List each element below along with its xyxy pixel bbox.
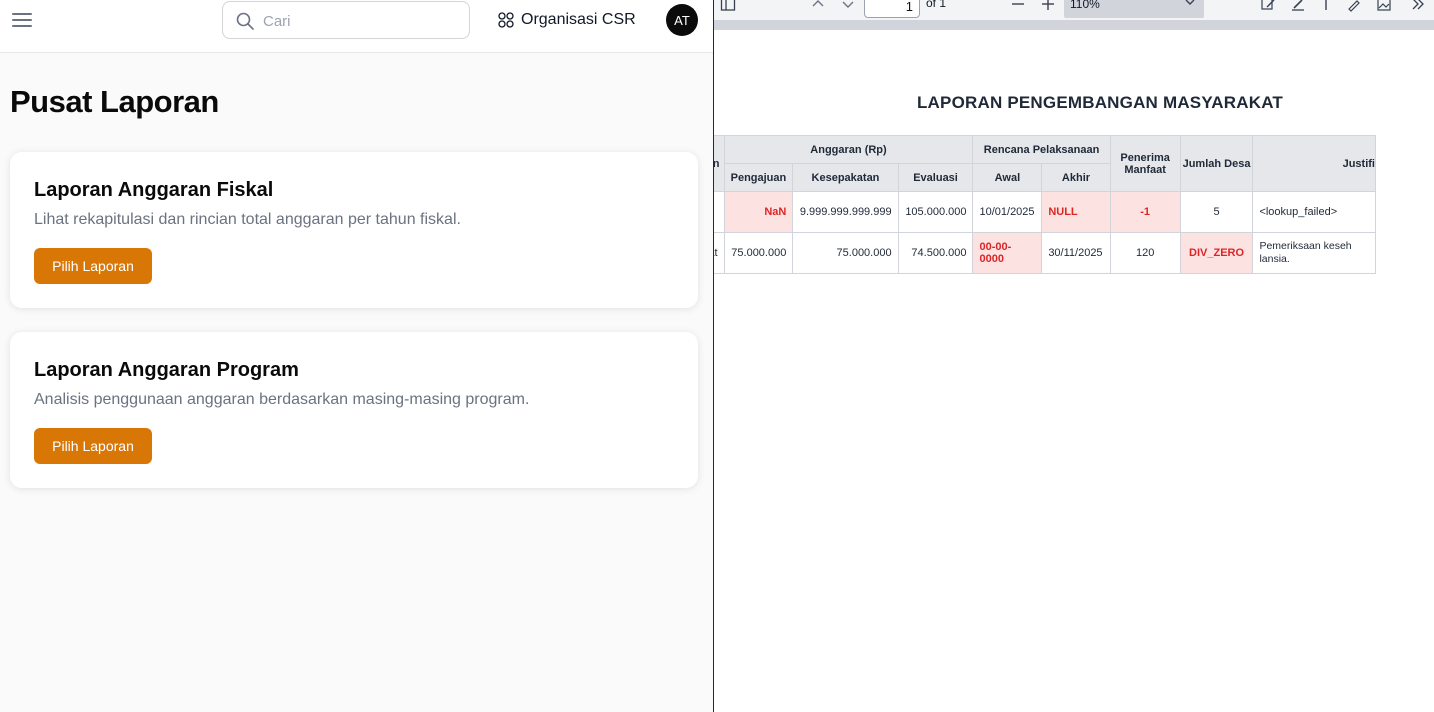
table-cell: 10/01/2025 — [972, 191, 1043, 233]
search-icon — [236, 12, 254, 30]
table-header: Justifi — [1252, 135, 1376, 192]
table-header: Awal — [972, 163, 1043, 192]
table-cell: 105.000.000 — [897, 191, 974, 233]
table-cell: 30/11/2025 — [1041, 232, 1111, 274]
table-cell: 5 — [1179, 191, 1254, 233]
report-card-fiscal: Laporan Anggaran Fiskal Lihat rekapitula… — [10, 152, 698, 308]
table-cell: -1 — [1109, 191, 1181, 233]
card-title: Laporan Anggaran Fiskal — [34, 179, 274, 201]
app-pane: Organisasi CSR AT Pusat Laporan Laporan … — [0, 0, 713, 712]
table-header: Kesepakatan — [792, 163, 899, 192]
top-bar: Organisasi CSR AT — [0, 0, 713, 53]
table-header: Akhir — [1041, 163, 1111, 192]
table-header: Penerima Manfaat — [1109, 135, 1181, 192]
more-tools-icon[interactable] — [1410, 0, 1426, 12]
zoom-out-icon[interactable] — [1010, 0, 1026, 12]
page-number-input[interactable] — [864, 0, 920, 18]
table-row: NaN 9.999.999.999.999 105.000.000 10/01/… — [714, 191, 1376, 233]
table-header: Evaluasi — [897, 163, 974, 192]
pdf-toolbar: of 1 110% — [714, 0, 1434, 20]
table-cell: Pemeriksaan keseh lansia. — [1252, 232, 1376, 274]
table-header: Rencana Pelaksanaan — [972, 135, 1111, 164]
table-cell: 75.000.000 — [723, 232, 794, 274]
table-row: ia Sehat 75.000.000 75.000.000 74.500.00… — [714, 232, 1376, 274]
image-icon[interactable] — [1376, 0, 1392, 12]
table-cell: NULL — [1041, 191, 1111, 233]
sidebar-icon[interactable] — [720, 0, 736, 12]
table-cell: <lookup_failed> — [1252, 191, 1376, 233]
search-input[interactable] — [263, 10, 459, 32]
draw-icon[interactable] — [1346, 0, 1362, 12]
org-switcher-label: Organisasi CSR — [521, 11, 636, 28]
card-description: Lihat rekapitulasi dan rincian total ang… — [34, 211, 461, 228]
zoom-in-icon[interactable] — [1040, 0, 1056, 12]
table-cell — [714, 191, 725, 233]
zoom-select[interactable]: 110% — [1064, 0, 1204, 18]
table-cell: 75.000.000 — [792, 232, 899, 274]
add-text-icon[interactable] — [1260, 0, 1276, 12]
table-cell: 74.500.000 — [897, 232, 974, 274]
table-header: n — [714, 135, 725, 192]
page-title: Pusat Laporan — [10, 84, 219, 119]
page-down-icon[interactable] — [840, 0, 856, 12]
pdf-viewer-pane: of 1 110% — [714, 0, 1434, 712]
table-cell: 120 — [1109, 232, 1181, 274]
chevron-down-icon — [1185, 0, 1195, 5]
grid-icon — [498, 12, 514, 28]
table-header: Pengajuan — [723, 163, 794, 192]
select-report-button[interactable]: Pilih Laporan — [34, 428, 152, 464]
org-switcher[interactable]: Organisasi CSR — [498, 9, 636, 31]
select-report-button[interactable]: Pilih Laporan — [34, 248, 152, 284]
toolbar-separator — [714, 20, 1434, 30]
menu-icon[interactable] — [12, 13, 32, 27]
card-description: Analisis penggunaan anggaran berdasarkan… — [34, 391, 530, 408]
table-cell: DIV_ZERO — [1179, 232, 1254, 274]
table-header: Jumlah Desa — [1179, 135, 1254, 192]
table-cell: 00-00-0000 — [972, 232, 1043, 274]
table-cell: ia Sehat — [714, 232, 725, 274]
report-table: n Anggaran (Rp) Rencana Pelaksanaan Pene… — [714, 135, 1376, 274]
avatar[interactable]: AT — [666, 4, 698, 36]
page-up-icon[interactable] — [810, 0, 826, 12]
table-header: Anggaran (Rp) — [723, 135, 974, 164]
card-title: Laporan Anggaran Program — [34, 359, 299, 381]
zoom-value: 110% — [1070, 0, 1100, 11]
report-title: LAPORAN PENGEMBANGAN MASYARAKAT — [916, 93, 1284, 112]
page-count: of 1 — [926, 0, 947, 10]
table-cell: 9.999.999.999.999 — [792, 191, 899, 233]
report-card-program: Laporan Anggaran Program Analisis penggu… — [10, 332, 698, 488]
text-icon[interactable] — [1318, 0, 1334, 12]
search-box[interactable] — [222, 1, 470, 39]
table-header-row: n Anggaran (Rp) Rencana Pelaksanaan Pene… — [714, 135, 1376, 192]
highlight-icon[interactable] — [1290, 0, 1306, 12]
table-cell: NaN — [723, 191, 794, 233]
